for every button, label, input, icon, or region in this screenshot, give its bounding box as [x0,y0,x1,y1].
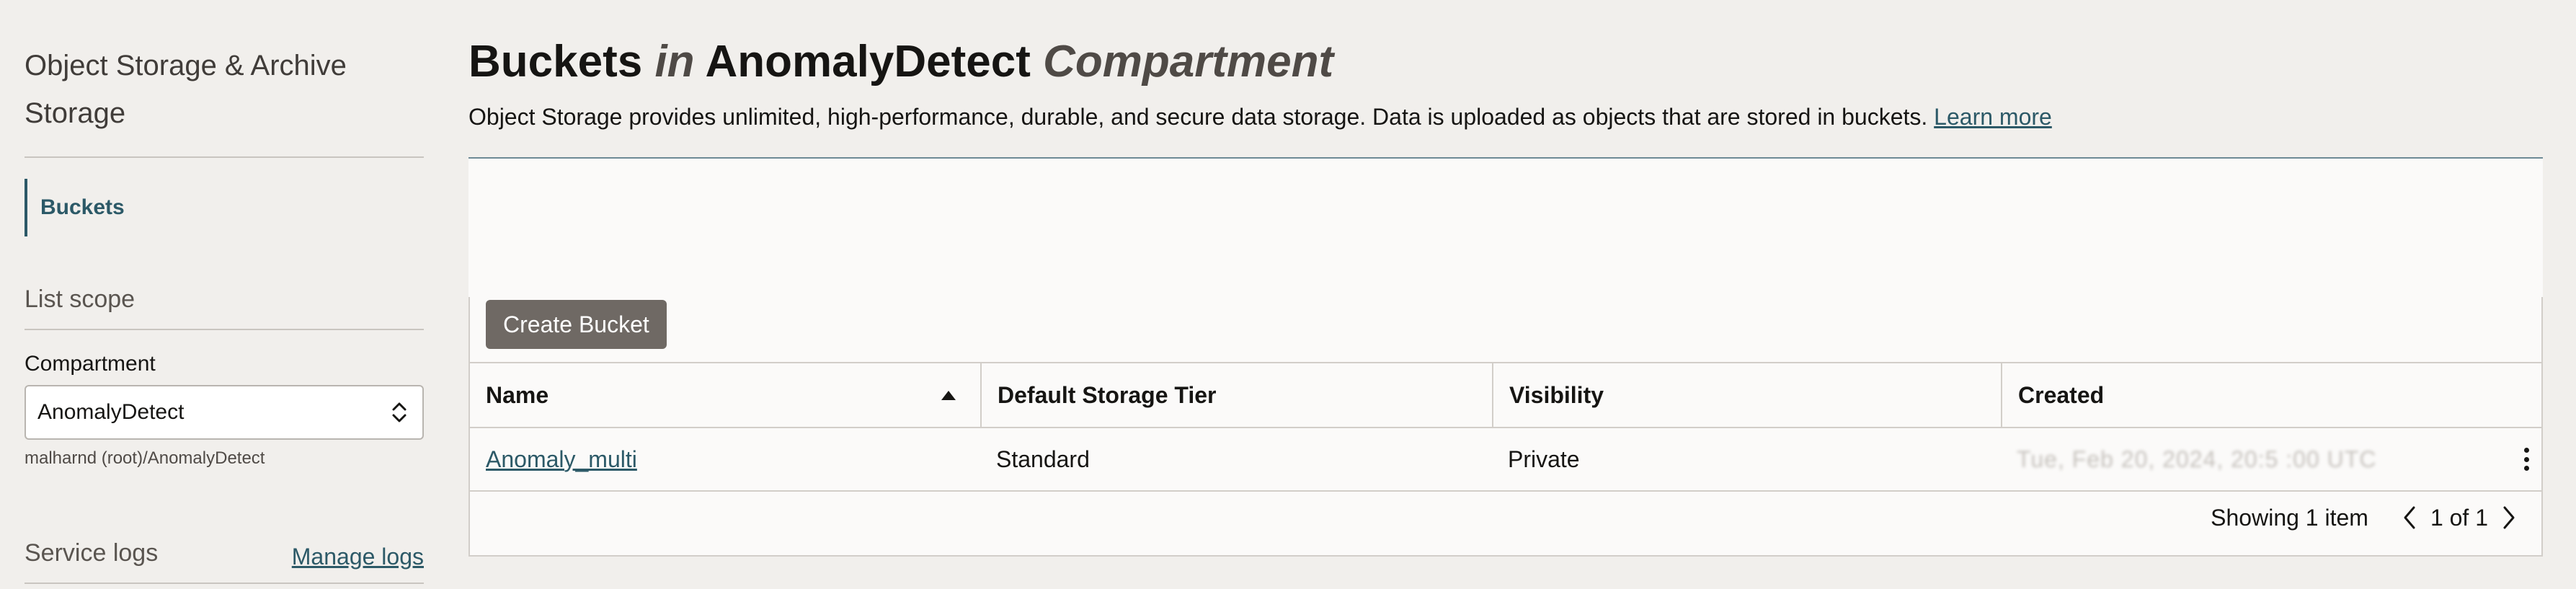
chevron-up-down-icon [389,398,409,427]
created-timestamp: Tue, Feb 20, 2024, 20:5 :00 UTC [2017,446,2377,472]
sidebar-item-buckets[interactable]: Buckets [25,179,424,236]
bucket-name-link[interactable]: Anomaly_multi [486,446,637,473]
description-text: Object Storage provides unlimited, high-… [468,104,1928,130]
compartment-select-value: AnomalyDetect [37,400,185,424]
buckets-table-panel: Create Bucket Name Default Storage Tier … [468,297,2543,557]
info-banner [468,157,2543,297]
compartment-label: Compartment [25,352,156,376]
column-header-label: Visibility [1509,381,1604,408]
sidebar-title: Object Storage & Archive Storage [25,50,347,129]
pagination-showing: Showing 1 item [2211,504,2368,531]
column-header-storage-tier: Default Storage Tier [980,363,1492,427]
page-title-suffix: Compartment [1043,37,1334,87]
create-bucket-button[interactable]: Create Bucket [486,300,667,349]
sort-ascending-icon[interactable] [941,391,956,400]
chevron-right-icon[interactable] [2498,502,2520,533]
learn-more-link[interactable]: Learn more [1934,104,2052,130]
list-scope-heading: List scope [25,285,136,313]
column-header-name[interactable]: Name [470,363,980,427]
table-header-row: Name Default Storage Tier Visibility Cre… [470,362,2541,427]
page-title-in: in [654,37,695,87]
pagination-page: 1 of 1 [2430,504,2488,531]
compartment-select[interactable]: AnomalyDetect [25,385,424,440]
cell-storage-tier: Standard [996,446,1090,472]
sidebar-divider [25,583,424,584]
manage-logs-link[interactable]: Manage logs [292,544,424,570]
column-header-visibility: Visibility [1492,363,2001,427]
page-title: Buckets in AnomalyDetect Compartment [468,33,1333,91]
main-content: Buckets in AnomalyDetect Compartment Obj… [468,0,2544,589]
kebab-menu-icon[interactable] [2523,448,2530,471]
compartment-path: malharnd (root)/AnomalyDetect [25,448,265,468]
cell-created: Tue, Feb 20, 2024, 20:5 :00 UTC [2001,428,2541,490]
sidebar-item-label: Buckets [40,195,125,219]
cell-name: Anomaly_multi [470,428,980,490]
sidebar: Object Storage & Archive Storage Buckets… [25,0,424,589]
page-description: Object Storage provides unlimited, high-… [468,102,2052,131]
column-header-created: Created [2001,363,2541,427]
sidebar-divider [25,329,424,330]
page-title-main: Buckets [468,37,643,87]
column-header-label: Created [2018,381,2105,408]
table-row: Anomaly_multi Standard Private Tue, Feb … [470,427,2541,492]
column-header-label: Name [486,381,549,408]
column-header-label: Default Storage Tier [998,381,1217,408]
cell-visibility: Private [1508,446,1580,472]
service-logs-heading: Service logs [25,539,159,567]
page-title-compartment: AnomalyDetect [705,37,1031,87]
buckets-table: Name Default Storage Tier Visibility Cre… [470,362,2541,492]
chevron-left-icon[interactable] [2399,502,2420,533]
sidebar-divider [25,156,424,158]
pagination: Showing 1 item 1 of 1 [2211,496,2520,539]
